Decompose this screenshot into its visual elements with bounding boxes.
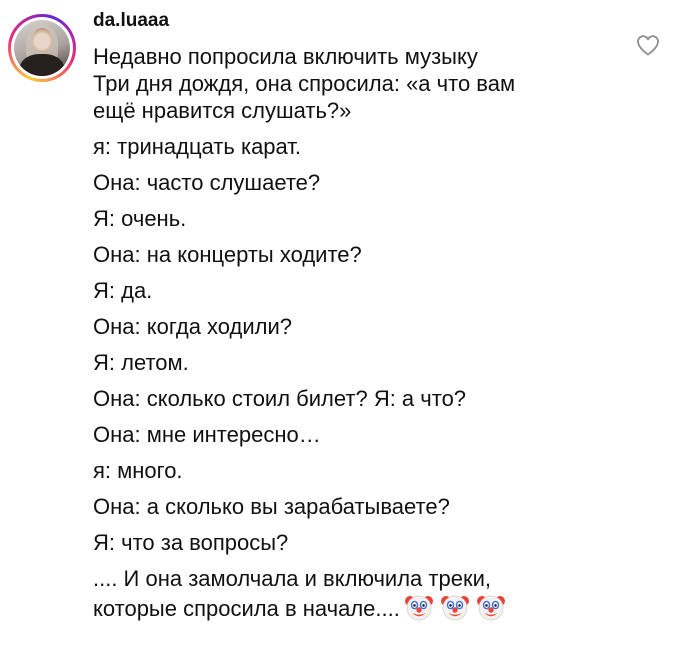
comment-intro: Недавно попросила включить музыку Три дн… xyxy=(93,43,633,124)
comment-closing: .... И она замолчала и включила треки, к… xyxy=(93,565,633,622)
dialogue-line: Я: летом. xyxy=(93,350,189,375)
intro-line: Недавно попросила включить музыку xyxy=(93,44,478,69)
dialogue-line: Я: очень. xyxy=(93,206,187,231)
dialogue-line: Я: что за вопросы? xyxy=(93,530,289,555)
intro-line: ещё нравится слушать?» xyxy=(93,98,352,123)
avatar-gap xyxy=(11,17,73,79)
intro-line: Три дня дождя, она спросила: «а что вам xyxy=(93,71,516,96)
avatar[interactable] xyxy=(14,20,70,76)
avatar-head xyxy=(32,28,52,52)
closing-line: .... И она замолчала и включила треки, xyxy=(93,566,491,591)
clown-emoji-icon xyxy=(440,595,469,621)
dialogue-line: я: много. xyxy=(93,458,183,483)
dialogue-line: Она: на концерты ходите? xyxy=(93,242,362,267)
closing-line: которые спросила в начале.... xyxy=(93,592,633,622)
avatar-body xyxy=(20,54,64,76)
avatar-story-ring[interactable] xyxy=(8,14,76,82)
emoji-group xyxy=(404,592,506,622)
dialogue-line: Она: мне интересно… xyxy=(93,422,321,447)
closing-text: которые спросила в начале.... xyxy=(93,596,400,621)
dialogue-line: Она: часто слушаете? xyxy=(93,170,321,195)
comment-text: Недавно попросила включить музыку Три дн… xyxy=(93,43,633,631)
dialogue-line: Я: да. xyxy=(93,278,153,303)
clown-emoji-icon xyxy=(476,595,505,621)
dialogue-line: Она: когда ходили? xyxy=(93,314,293,339)
heart-outline-icon[interactable] xyxy=(636,34,660,56)
dialogue-line: я: тринадцать карат. xyxy=(93,134,302,159)
username[interactable]: da.luaaa xyxy=(93,10,169,32)
dialogue-line: Она: а сколько вы зарабатываете? xyxy=(93,494,450,519)
dialogue-line: Она: сколько стоил билет? Я: а что? xyxy=(93,386,467,411)
clown-emoji-icon xyxy=(404,595,433,621)
